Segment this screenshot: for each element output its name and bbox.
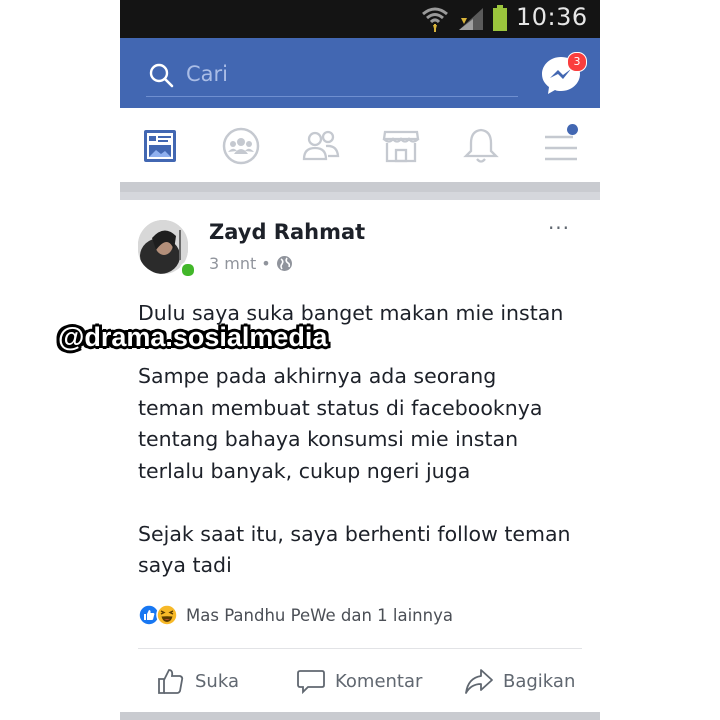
post-meta: 3 mnt • <box>209 254 293 273</box>
status-bar: 10:36 <box>120 0 600 38</box>
thumbs-up-icon <box>158 669 184 694</box>
comment-label: Komentar <box>335 670 423 692</box>
post-line: terlalu banyak, cukup ngeri juga <box>138 458 471 483</box>
status-time: 10:36 <box>516 3 588 31</box>
post-author[interactable]: Zayd Rahmat <box>209 220 365 244</box>
tab-friends[interactable] <box>299 124 343 168</box>
actions-divider <box>138 648 582 649</box>
post-options-button[interactable]: ··· <box>544 218 574 242</box>
news-feed-icon <box>144 130 176 162</box>
post-line: saya tadi <box>138 553 232 577</box>
signal-icon <box>459 8 483 30</box>
reactions-summary[interactable]: Mas Pandhu PeWe dan 1 lainnya <box>138 602 453 628</box>
search-underline <box>146 96 518 97</box>
tab-marketplace[interactable] <box>379 124 423 168</box>
tab-news-feed[interactable] <box>138 124 182 168</box>
post-line: tentang bahaya konsumsi mie instan <box>138 427 519 451</box>
battery-icon <box>493 5 507 31</box>
like-button[interactable]: Suka <box>156 666 239 696</box>
post-line: teman membuat status di facebooknya <box>138 395 543 420</box>
online-status-dot <box>180 262 196 278</box>
feed-separator <box>120 182 600 200</box>
top-header: 3 <box>120 38 600 108</box>
like-label: Suka <box>195 670 239 692</box>
share-label: Bagikan <box>503 670 576 692</box>
comment-icon <box>297 670 325 695</box>
search-input[interactable] <box>184 58 528 90</box>
marketplace-icon <box>382 130 420 163</box>
comment-button[interactable]: Komentar <box>296 666 422 696</box>
menu-notification-dot <box>567 124 578 135</box>
post-line: Sampe pada akhirnya ada seorang <box>138 364 497 388</box>
bell-icon <box>463 128 499 163</box>
reactions-names: Mas Pandhu PeWe dan 1 lainnya <box>186 605 453 625</box>
phone-screen: 10:36 3 <box>120 0 600 720</box>
tab-notifications[interactable] <box>459 124 503 168</box>
tab-groups[interactable] <box>219 124 263 168</box>
haha-reaction-icon <box>156 604 178 626</box>
groups-icon <box>222 127 260 165</box>
share-icon <box>465 669 493 694</box>
messenger-badge: 3 <box>567 52 587 72</box>
friends-icon <box>302 130 340 161</box>
globe-icon <box>276 256 292 271</box>
search-icon[interactable] <box>148 62 174 88</box>
nav-tabs <box>120 108 600 182</box>
share-button[interactable]: Bagikan <box>464 666 575 696</box>
feed-post: Zayd Rahmat 3 mnt • ··· Dulu saya suka b… <box>120 200 600 712</box>
meta-separator: • <box>261 254 271 273</box>
watermark-text: @drama.sosialmedia <box>58 322 328 352</box>
post-time[interactable]: 3 mnt <box>209 254 256 273</box>
bottom-separator <box>120 712 600 720</box>
wifi-icon <box>422 7 448 32</box>
post-line: Sejak saat itu, saya berhenti follow tem… <box>138 521 571 546</box>
